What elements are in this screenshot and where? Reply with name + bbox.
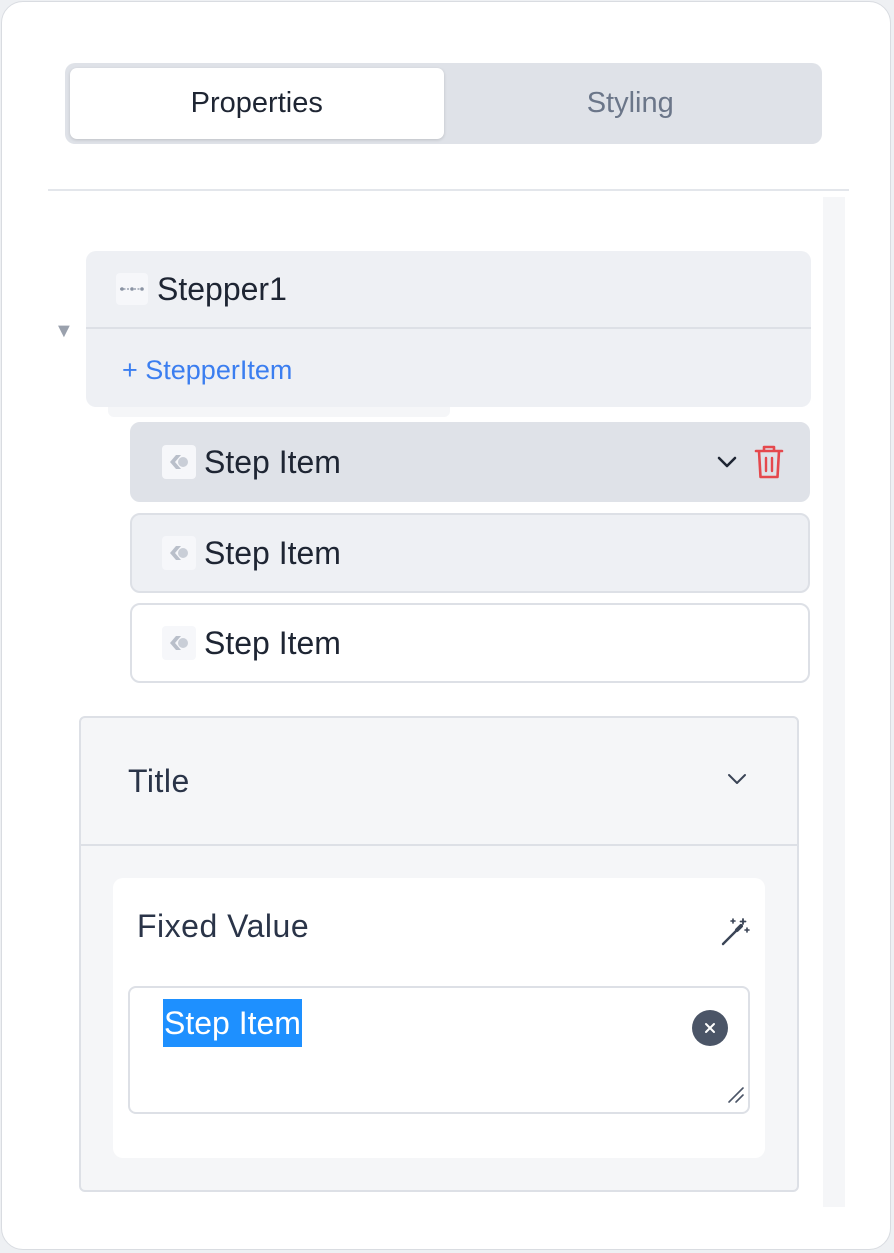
stepper-icon [116,273,148,305]
add-stepper-item-link[interactable]: + StepperItem [86,329,811,386]
tab-properties[interactable]: Properties [70,68,444,139]
scrollbar[interactable] [823,197,845,1207]
collapse-caret-icon[interactable]: ▼ [54,320,74,343]
fixed-value-input[interactable]: Step Item [128,986,750,1114]
title-section: Title Fixed Value Step Item [79,716,799,1192]
step-item-icon [162,536,196,570]
section-title: Title [128,762,190,799]
step-item-icon [162,626,196,660]
step-item-label: Step Item [204,624,341,661]
fixed-value-text[interactable]: Step Item [163,999,302,1047]
magic-wand-icon[interactable] [719,916,751,953]
divider [48,189,849,191]
step-item-label: Step Item [204,534,341,571]
step-item-row[interactable]: Step Item [130,422,810,502]
properties-panel: Properties Styling ▼ Stepper1 + StepperI… [1,1,891,1250]
stepper-component-card: Stepper1 + StepperItem [86,251,811,407]
step-item-label: Step Item [204,443,341,480]
tab-styling[interactable]: Styling [444,68,818,139]
chevron-down-icon[interactable] [716,455,738,469]
panel-tabs: Properties Styling [65,63,822,144]
stepper-header[interactable]: Stepper1 [86,251,811,329]
trash-icon[interactable] [752,443,786,481]
clear-icon[interactable] [692,1010,728,1046]
card-shadow [108,407,450,417]
chevron-down-icon[interactable] [727,772,747,790]
title-section-header[interactable]: Title [81,718,797,846]
resize-handle-icon[interactable] [725,1084,745,1109]
component-name: Stepper1 [157,270,287,307]
fixed-value-label: Fixed Value [137,908,310,944]
step-item-row[interactable]: Step Item [130,513,810,593]
step-item-actions [716,424,786,500]
step-item-row[interactable]: Step Item [130,603,810,683]
step-item-icon [162,445,196,479]
fixed-value-card: Fixed Value Step Item [113,878,765,1158]
